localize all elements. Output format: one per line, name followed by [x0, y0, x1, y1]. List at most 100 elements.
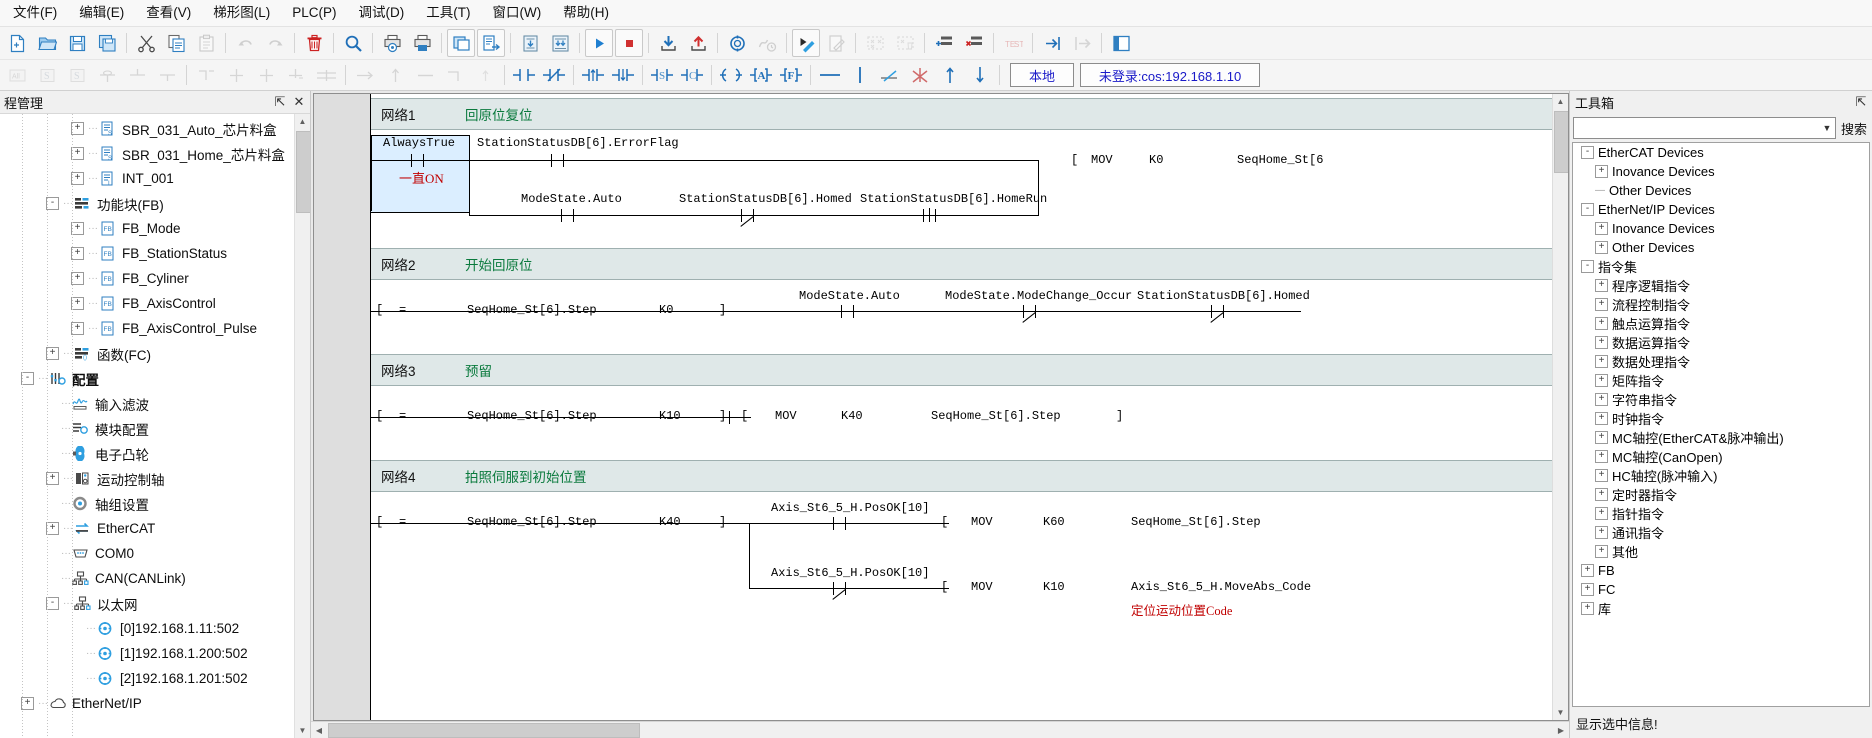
rung[interactable]: [ = SeqHome_St[6].Step K0 ] ModeState.Au…: [371, 280, 1568, 342]
reset-s-icon[interactable]: S: [63, 61, 91, 89]
expand-icon[interactable]: +: [1595, 469, 1608, 482]
toolbox-item[interactable]: + FB: [1573, 561, 1869, 580]
branch-icon[interactable]: [192, 61, 220, 89]
set-coil-icon[interactable]: S: [648, 61, 676, 89]
delete-vline-icon[interactable]: [906, 61, 934, 89]
toolbox-item[interactable]: + 指针指令: [1573, 504, 1869, 523]
ladder-vscrollbar[interactable]: ▲ ▼: [1552, 94, 1568, 720]
scroll-thumb[interactable]: [328, 722, 640, 738]
cut-icon[interactable]: [132, 29, 160, 57]
trace-icon[interactable]: [753, 29, 781, 57]
toolbox-item[interactable]: — Other Devices: [1573, 181, 1869, 200]
paste-icon[interactable]: [192, 29, 220, 57]
expand-icon[interactable]: +: [1581, 602, 1594, 615]
menu-view[interactable]: 查看(V): [135, 1, 202, 25]
coil-a-icon[interactable]: A: [747, 61, 775, 89]
close-icon[interactable]: ✕: [291, 94, 307, 110]
status-connection-button[interactable]: 未登录:cos:192.168.1.10: [1080, 63, 1260, 87]
rung[interactable]: [ = SeqHome_St[6].Step K40 ] Axis_St6_5_…: [371, 492, 1568, 622]
edit-online-icon[interactable]: [792, 29, 820, 57]
scroll-thumb[interactable]: [296, 131, 310, 213]
delete-row-icon[interactable]: [960, 29, 988, 57]
contact-nc-icon[interactable]: [540, 61, 568, 89]
collapse-icon[interactable]: -: [1581, 260, 1594, 273]
toolbox-item[interactable]: + MC轴控(CanOpen): [1573, 447, 1869, 466]
ladder-canvas-area[interactable]: 网络1 回原位复位 AlwaysTrue 一直ON StationStatusD…: [313, 93, 1569, 721]
monitor-icon[interactable]: [723, 29, 751, 57]
menu-debug[interactable]: 调试(D): [348, 1, 416, 25]
clear-all-points-icon[interactable]: [891, 29, 919, 57]
expand-icon[interactable]: +: [1595, 488, 1608, 501]
jump-in-icon[interactable]: [1038, 29, 1066, 57]
toolbox-item[interactable]: + 字符串指令: [1573, 390, 1869, 409]
toolbox-item[interactable]: + 数据运算指令: [1573, 333, 1869, 352]
toolbox-item[interactable]: + 程序逻辑指令: [1573, 276, 1869, 295]
toolbox-item[interactable]: + HC轴控(脉冲输入): [1573, 466, 1869, 485]
open-file-icon[interactable]: [33, 29, 61, 57]
rising-edge-icon[interactable]: [936, 61, 964, 89]
toolbox-tree-list[interactable]: - EtherCAT Devices + Inovance Devices — Other…: [1573, 143, 1869, 618]
expand-icon[interactable]: +: [1595, 279, 1608, 292]
expand-icon[interactable]: +: [1595, 298, 1608, 311]
expand-icon[interactable]: +: [1595, 431, 1608, 444]
falling-edge-icon[interactable]: [966, 61, 994, 89]
contact-falling-icon[interactable]: [609, 61, 637, 89]
delete-hline-icon[interactable]: [876, 61, 904, 89]
vline-icon[interactable]: [846, 61, 874, 89]
cross3-icon[interactable]: [282, 61, 310, 89]
arrow-up-icon[interactable]: [381, 61, 409, 89]
undo-icon[interactable]: [231, 29, 259, 57]
line-down-icon[interactable]: [123, 61, 151, 89]
expand-icon[interactable]: +: [1595, 526, 1608, 539]
search-icon[interactable]: [339, 29, 367, 57]
run-icon[interactable]: [585, 29, 613, 57]
menu-edit[interactable]: 编辑(E): [68, 1, 135, 25]
print-preview-icon[interactable]: [378, 29, 406, 57]
expand-icon[interactable]: +: [1595, 393, 1608, 406]
cross2-icon[interactable]: [252, 61, 280, 89]
clear-points-icon[interactable]: [861, 29, 889, 57]
contact-rising-icon[interactable]: [579, 61, 607, 89]
menu-plc[interactable]: PLC(P): [281, 1, 347, 25]
toolbox-item[interactable]: + 定时器指令: [1573, 485, 1869, 504]
window-cascade-icon[interactable]: [447, 29, 475, 57]
expand-icon[interactable]: +: [1581, 564, 1594, 577]
cross-icon[interactable]: [222, 61, 250, 89]
write-icon[interactable]: [822, 29, 850, 57]
toolbox-item[interactable]: + Inovance Devices: [1573, 162, 1869, 181]
rung[interactable]: [ = SeqHome_St[6].Step K10 ] [ MOV K40 S…: [371, 386, 1568, 448]
expand-icon[interactable]: +: [1595, 317, 1608, 330]
panel-toggle-icon[interactable]: [1107, 29, 1135, 57]
project-tree-scrollbar[interactable]: ▲ ▼: [294, 114, 310, 738]
expand-icon[interactable]: +: [1595, 165, 1608, 178]
menu-help[interactable]: 帮助(H): [552, 1, 620, 25]
toolbox-item[interactable]: + Inovance Devices: [1573, 219, 1869, 238]
scroll-right-icon[interactable]: ▶: [1553, 723, 1569, 738]
expand-icon[interactable]: +: [1595, 222, 1608, 235]
upload-from-plc-icon[interactable]: [684, 29, 712, 57]
menu-ladder[interactable]: 梯形图(L): [202, 1, 281, 25]
line-down-left-icon[interactable]: [93, 61, 121, 89]
toolbox-item[interactable]: + 时钟指令: [1573, 409, 1869, 428]
expand-icon[interactable]: +: [1595, 545, 1608, 558]
expand-icon[interactable]: +: [1595, 507, 1608, 520]
jump-out-icon[interactable]: [1068, 29, 1096, 57]
toolbox-item[interactable]: - 指令集: [1573, 257, 1869, 276]
new-file-icon[interactable]: [3, 29, 31, 57]
menu-tools[interactable]: 工具(T): [415, 1, 481, 25]
all-button-icon[interactable]: All: [3, 61, 31, 89]
output-coil-icon[interactable]: [717, 61, 745, 89]
collapse-icon[interactable]: -: [1581, 146, 1594, 159]
line-v-up-icon[interactable]: [471, 61, 499, 89]
coil-f-icon[interactable]: F: [777, 61, 805, 89]
stop-icon[interactable]: [615, 29, 643, 57]
ladder-hscrollbar[interactable]: ◀ ▶: [311, 721, 1569, 738]
collapse-icon[interactable]: -: [1581, 203, 1594, 216]
toolbox-item[interactable]: + 流程控制指令: [1573, 295, 1869, 314]
contact-no-icon[interactable]: [510, 61, 538, 89]
toolbox-item[interactable]: + FC: [1573, 580, 1869, 599]
expand-icon[interactable]: +: [1595, 412, 1608, 425]
menu-window[interactable]: 窗口(W): [482, 1, 553, 25]
pin-icon[interactable]: ⇱: [272, 94, 288, 110]
toolbox-item[interactable]: + 通讯指令: [1573, 523, 1869, 542]
